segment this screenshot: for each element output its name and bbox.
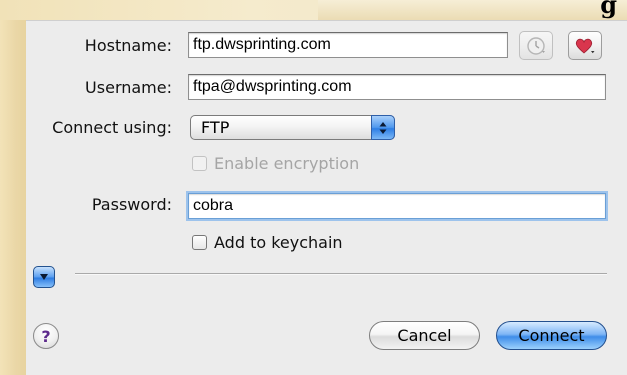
connect-using-popup[interactable]: FTP — [190, 115, 395, 140]
heart-icon — [575, 38, 595, 54]
username-label: Username: — [85, 78, 172, 97]
add-to-keychain-row[interactable]: Add to keychain — [192, 233, 343, 252]
connect-button-label: Connect — [518, 326, 585, 345]
background-window-title-text: g — [600, 0, 617, 19]
triangle-down-icon — [40, 274, 48, 280]
background-window-title: g — [318, 0, 627, 20]
desktop-background — [0, 0, 26, 375]
hostname-field[interactable] — [188, 32, 508, 58]
cancel-button[interactable]: Cancel — [369, 321, 480, 350]
username-field[interactable] — [188, 74, 606, 100]
clock-icon — [527, 36, 545, 55]
password-field[interactable] — [188, 193, 606, 219]
sheet-top-edge — [26, 20, 627, 21]
disclosure-button[interactable] — [33, 266, 55, 288]
enable-encryption-row: Enable encryption — [192, 154, 359, 173]
help-button[interactable]: ? — [33, 323, 59, 349]
question-mark-icon: ? — [41, 326, 51, 346]
hostname-label: Hostname: — [84, 36, 172, 55]
enable-encryption-label: Enable encryption — [214, 154, 360, 173]
connect-button[interactable]: Connect — [496, 321, 607, 350]
history-button[interactable] — [519, 31, 553, 60]
connect-using-value: FTP — [201, 118, 230, 137]
cancel-button-label: Cancel — [397, 326, 452, 345]
enable-encryption-checkbox — [192, 156, 207, 171]
popup-arrows-icon — [371, 115, 395, 140]
separator-line — [75, 273, 607, 275]
add-to-keychain-label[interactable]: Add to keychain — [214, 233, 343, 252]
password-label: Password: — [91, 195, 172, 214]
add-to-keychain-checkbox[interactable] — [192, 235, 207, 250]
connect-using-label: Connect using: — [52, 118, 172, 137]
favorites-button[interactable] — [568, 31, 602, 60]
